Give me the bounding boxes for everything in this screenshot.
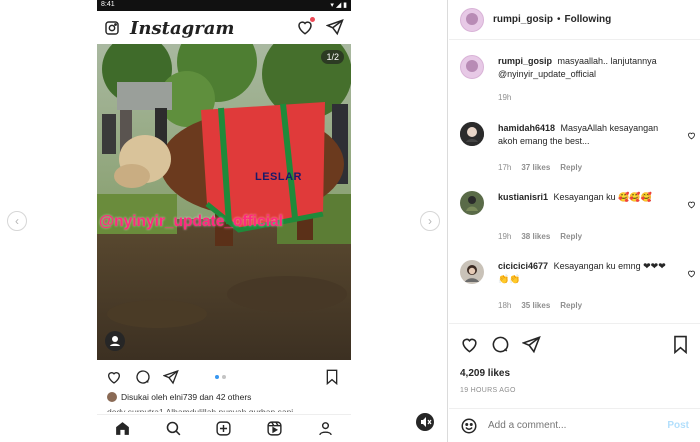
avatar (107, 392, 117, 402)
share-icon[interactable] (163, 369, 179, 385)
reels-icon[interactable] (266, 420, 283, 437)
list-item: cicicici4677 Kesayangan ku emng ❤❤❤👏👏 18… (460, 260, 696, 312)
comment-username[interactable]: kustianisri1 (498, 192, 548, 202)
avatar[interactable] (460, 55, 484, 79)
comment-body: kustianisri1 Kesayangan ku 🥰🥰🥰 (498, 191, 674, 204)
phone-screenshot: 8:41 ▾ ◢ ▮ Instagram 1/2 LESLAR @nyinyir… (97, 0, 351, 442)
liked-by-line: Disukai oleh elni739 dan 42 others (107, 392, 251, 402)
likes-count[interactable]: 4,209 likes (460, 368, 510, 379)
post-side-panel: rumpi_gosip • Following rumpi_gosip masy… (449, 0, 700, 442)
carousel-dot (222, 375, 226, 379)
caption-peek: dedy surputra1 Alhamdulillah punyah qurb… (107, 407, 294, 412)
add-icon[interactable] (215, 420, 232, 437)
list-item: hamidah6418 MasyaAllah kesayangan akoh e… (460, 122, 696, 174)
search-icon[interactable] (165, 420, 182, 437)
comment-input[interactable] (488, 420, 668, 431)
heart-icon[interactable] (106, 369, 122, 385)
comment-body: cicicici4677 Kesayangan ku emng ❤❤❤👏👏 (498, 260, 674, 286)
comment-likes[interactable]: 37 likes (521, 163, 550, 172)
media-panel: ‹ › 8:41 ▾ ◢ ▮ Instagram 1/2 LESLAR @nyi… (0, 0, 448, 442)
comment-body: hamidah6418 MasyaAllah kesayangan akoh e… (498, 122, 674, 148)
caption-body: rumpi_gosip masyaallah.. lanjutannya @ny… (498, 55, 674, 81)
carousel-dot-active (215, 375, 219, 379)
post-username[interactable]: rumpi_gosip (493, 14, 553, 25)
heart-icon[interactable] (687, 269, 696, 278)
avatar[interactable] (460, 260, 484, 284)
liked-by-text[interactable]: Disukai oleh elni739 dan 42 others (121, 392, 251, 402)
share-icon[interactable] (522, 335, 541, 354)
heart-icon[interactable] (296, 17, 315, 41)
bookmark-icon[interactable] (325, 369, 339, 385)
heart-icon[interactable] (687, 131, 696, 140)
emoji-icon[interactable] (460, 417, 478, 435)
header-icons (296, 17, 344, 41)
status-time: 8:41 (101, 1, 115, 8)
cloth-text: LESLAR (255, 171, 302, 183)
app-title: Instagram (130, 17, 235, 39)
image-counter: 1/2 (321, 50, 344, 64)
status-bar: 8:41 ▾ ◢ ▮ (97, 0, 351, 11)
heart-icon[interactable] (687, 200, 696, 209)
app-header: Instagram (97, 11, 351, 45)
post-header: rumpi_gosip • Following (449, 0, 700, 40)
notification-dot (310, 17, 315, 22)
watermark-text: @nyinyir_update_official (99, 213, 283, 230)
reply-button[interactable]: Reply (560, 232, 582, 241)
comment-likes[interactable]: 35 likes (521, 301, 550, 310)
comment-meta: 18h 35 likes Reply (498, 301, 582, 310)
post-photo[interactable]: 1/2 LESLAR @nyinyir_update_official (97, 44, 351, 360)
post-timestamp: 19 HOURS AGO (460, 387, 516, 394)
profile-icon[interactable] (317, 420, 334, 437)
user-tag-icon[interactable] (105, 331, 125, 351)
comment-time: 17h (498, 163, 512, 172)
instagram-post-modal: ‹ › 8:41 ▾ ◢ ▮ Instagram 1/2 LESLAR @nyi… (0, 0, 700, 442)
header-separator: • (557, 14, 561, 25)
follow-status-button[interactable]: Following (565, 14, 612, 25)
status-icons: ▾ ◢ ▮ (330, 2, 347, 9)
comment-meta: 17h 37 likes Reply (498, 163, 582, 172)
carousel-dots (215, 375, 226, 379)
camera-icon[interactable] (104, 20, 120, 36)
comment-icon[interactable] (135, 369, 151, 385)
comment-icon[interactable] (491, 335, 510, 354)
comment-text: Kesayangan ku 🥰🥰🥰 (553, 192, 652, 202)
bookmark-icon[interactable] (672, 335, 689, 354)
send-icon[interactable] (326, 18, 344, 36)
bottom-nav (97, 414, 351, 442)
mute-icon[interactable] (416, 413, 434, 431)
avatar[interactable] (460, 7, 484, 32)
comment-username[interactable]: cicicici4677 (498, 261, 548, 271)
phone-post-actions (97, 368, 351, 386)
caption-meta: 19h (498, 93, 511, 102)
comment-meta: 19h 38 likes Reply (498, 232, 582, 241)
list-item: kustianisri1 Kesayangan ku 🥰🥰🥰 19h 38 li… (460, 191, 696, 243)
post-comment-button[interactable]: Post (667, 420, 689, 431)
caption-username[interactable]: rumpi_gosip (498, 56, 552, 66)
caption-time: 19h (498, 93, 512, 102)
heart-icon[interactable] (460, 335, 479, 354)
comment-username[interactable]: hamidah6418 (498, 123, 555, 133)
avatar[interactable] (460, 191, 484, 215)
comment-likes[interactable]: 38 likes (521, 232, 550, 241)
comment-time: 19h (498, 232, 512, 241)
add-comment-bar: Post (449, 408, 700, 442)
caption-item: rumpi_gosip masyaallah.. lanjutannya @ny… (460, 55, 696, 115)
chevron-left-icon[interactable]: ‹ (7, 211, 27, 231)
cow-photo-image (97, 44, 351, 360)
home-icon[interactable] (114, 420, 131, 437)
chevron-right-icon[interactable]: › (420, 211, 440, 231)
comment-time: 18h (498, 301, 512, 310)
reply-button[interactable]: Reply (560, 301, 582, 310)
post-actions: 4,209 likes 19 HOURS AGO (449, 323, 700, 419)
avatar[interactable] (460, 122, 484, 146)
reply-button[interactable]: Reply (560, 163, 582, 172)
action-icons (460, 335, 541, 354)
